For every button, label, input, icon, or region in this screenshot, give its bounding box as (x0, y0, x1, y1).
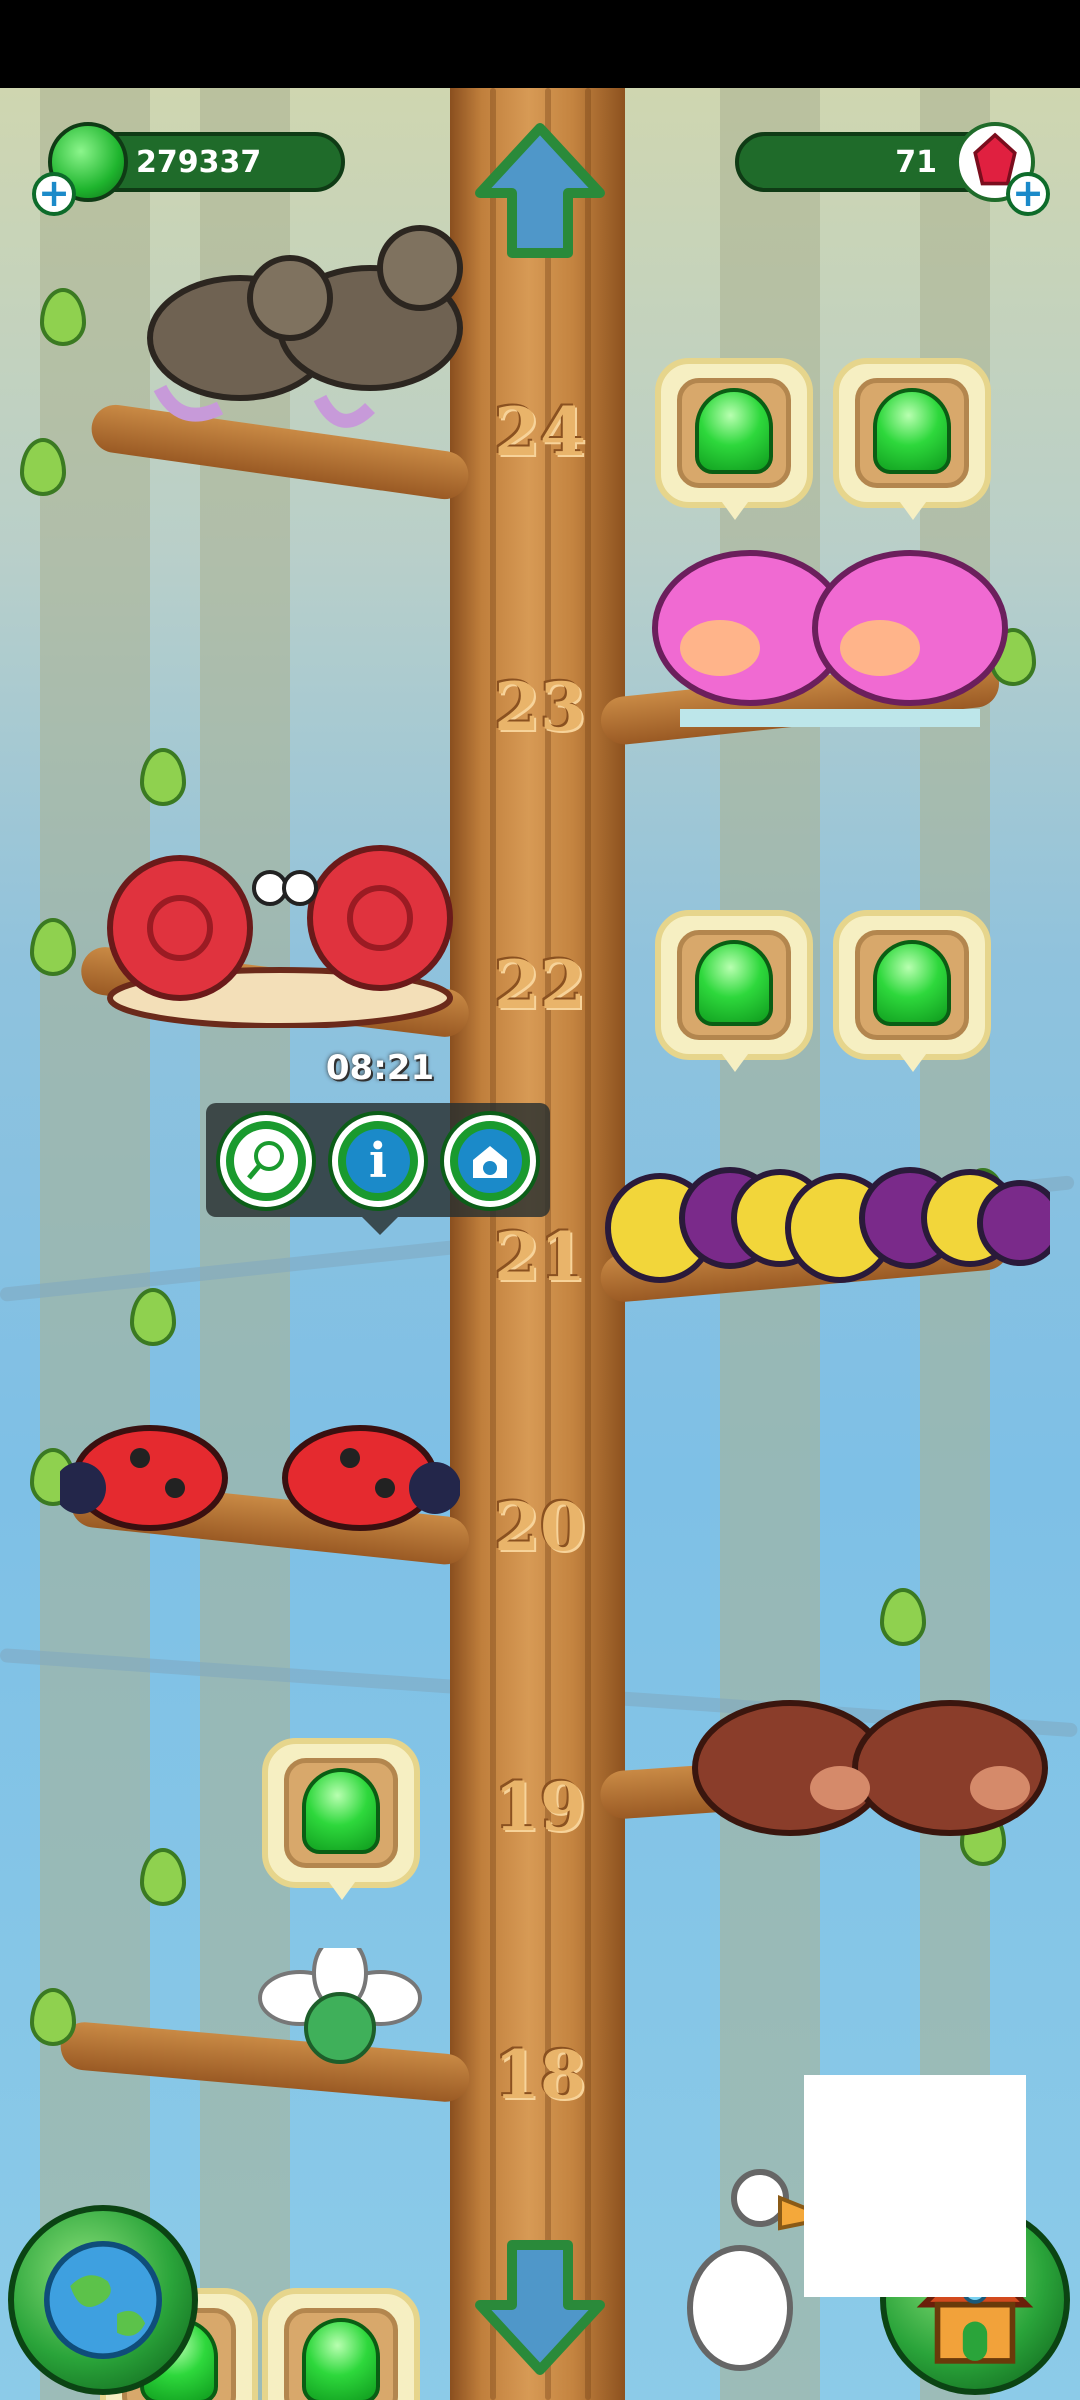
coins-value: 279337 (136, 144, 262, 180)
floor-number-23: 23 (494, 668, 586, 746)
leaf (140, 748, 186, 806)
jelly-collect-bubble[interactable] (655, 910, 813, 1080)
leaf (140, 1848, 186, 1906)
jelly-collect-bubble[interactable] (655, 358, 813, 528)
pet-house-icon (473, 1146, 507, 1178)
pink-fish-creature-pair[interactable] (640, 518, 1020, 738)
green-jelly-icon (873, 940, 951, 1026)
pelican-creature[interactable] (650, 2158, 830, 2398)
green-jelly-icon (695, 388, 773, 474)
game-scene: 24 23 22 21 20 19 18 (0, 88, 1080, 2400)
chimera-creature-pair[interactable] (120, 188, 500, 448)
plus-icon: + (38, 171, 70, 215)
gems-value: 71 (895, 144, 937, 180)
jelly-collect-bubble[interactable] (262, 1738, 420, 1908)
ad-placeholder (804, 2075, 1026, 2297)
add-coins-button[interactable]: + (32, 172, 76, 216)
green-jelly-icon (695, 940, 773, 1026)
plus-icon: + (1012, 171, 1044, 215)
arrow-up-icon (475, 123, 605, 258)
green-jelly-icon (302, 2318, 380, 2400)
green-jelly-icon (302, 1768, 380, 1854)
leaf (130, 1288, 176, 1346)
floor-number-21: 21 (494, 1218, 586, 1296)
red-snail-creature-pair[interactable] (100, 828, 460, 1028)
catch-net-button[interactable] (220, 1115, 312, 1207)
world-map-button[interactable] (8, 2205, 198, 2395)
jelly-collect-bubble[interactable] (833, 910, 991, 1080)
floor-number-22: 22 (494, 946, 586, 1024)
catch-net-icon (247, 1141, 284, 1180)
ladybug-creature-pair[interactable] (60, 1408, 460, 1538)
floor-up-button[interactable] (470, 118, 610, 268)
pet-house-button[interactable] (444, 1115, 536, 1207)
floor-number-18: 18 (494, 2036, 586, 2114)
floor-number-20: 20 (494, 1488, 586, 1566)
add-gems-button[interactable]: + (1006, 172, 1050, 216)
info-button[interactable]: i (332, 1115, 424, 1207)
boar-creature-pair[interactable] (690, 1678, 1060, 1838)
creature-action-popup: i (206, 1103, 550, 1235)
creature-timer: 08:21 (325, 1048, 435, 1088)
caterpillar-creature-pair[interactable] (600, 1128, 1050, 1298)
arrow-down-icon (475, 2240, 605, 2375)
floor-down-button[interactable] (470, 2230, 610, 2380)
green-jelly-icon (873, 388, 951, 474)
jelly-collect-bubble[interactable] (262, 2288, 420, 2400)
flower-creature[interactable] (250, 1948, 430, 2098)
status-bar (0, 0, 1080, 88)
jelly-collect-bubble[interactable] (833, 358, 991, 528)
globe-icon (43, 2240, 163, 2360)
floor-number-19: 19 (494, 1768, 586, 1846)
info-icon: i (368, 1133, 388, 1189)
